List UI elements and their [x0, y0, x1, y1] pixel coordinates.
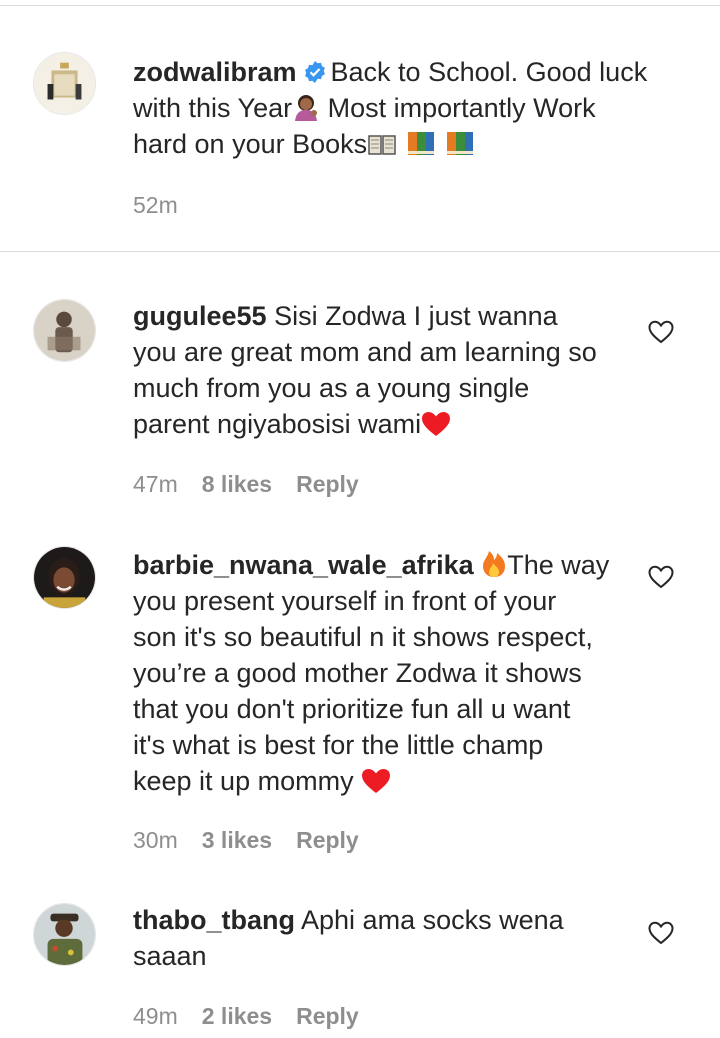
timestamp: 49m: [133, 1003, 178, 1029]
comment-line-7: keep it up mommy: [133, 766, 354, 796]
avatar-image: [34, 53, 95, 114]
caption-line-1: Back to School. Good luck: [330, 57, 648, 87]
comment-line-3: son it's so beautiful n it shows respect…: [133, 622, 593, 652]
reply-button[interactable]: Reply: [296, 1003, 359, 1030]
like-heart-icon[interactable]: [648, 921, 674, 945]
caption-line-3: hard on your Books: [133, 129, 368, 159]
comment-line-1: The way: [507, 550, 610, 580]
comment-line-2: you present yourself in front of your: [133, 586, 557, 616]
avatar-image: [34, 547, 95, 608]
caption-text: zodwalibram Back to School. Good luck wit…: [133, 54, 673, 162]
avatar-zodwalibram[interactable]: [33, 52, 96, 115]
likes-count[interactable]: 2 likes: [202, 1003, 272, 1030]
caption-line-2a: with this Year: [133, 93, 293, 123]
comment-line-5: that you don't prioritize fun all u want: [133, 694, 571, 724]
avatar-gugulee55[interactable]: [33, 299, 96, 362]
timestamp: 30m: [133, 827, 178, 853]
avatar-image: [34, 904, 95, 965]
comment-line-4: you’re a good mother Zodwa it shows: [133, 658, 582, 688]
comment-line-6: it's what is best for the little champ: [133, 730, 544, 760]
comment-meta: 30m 3 likes Reply: [133, 827, 359, 854]
username[interactable]: thabo_tbang: [133, 905, 295, 935]
likes-count[interactable]: 8 likes: [202, 471, 272, 498]
red-heart-emoji: [422, 412, 451, 436]
avatar-barbie[interactable]: [33, 546, 96, 609]
reply-button[interactable]: Reply: [296, 827, 359, 854]
comment-text: gugulee55 Sisi Zodwa I just wanna you ar…: [133, 298, 633, 442]
post-caption: zodwalibram Back to School. Good luck wit…: [0, 6, 720, 252]
books-emoji: [407, 132, 434, 155]
likes-count[interactable]: 3 likes: [202, 827, 272, 854]
caption-line-2b: Most importantly Work: [320, 93, 596, 123]
comment-text: barbie_nwana_wale_afrika The way you pre…: [133, 547, 633, 799]
comment-line-2: saaan: [133, 941, 207, 971]
avatar-image: [34, 300, 95, 361]
like-heart-icon[interactable]: [648, 320, 674, 344]
comment-meta: 49m 2 likes Reply: [133, 1003, 359, 1030]
timestamp: 52m: [133, 192, 178, 218]
timestamp: 47m: [133, 471, 178, 497]
reply-button[interactable]: Reply: [296, 471, 359, 498]
red-heart-emoji: [362, 769, 391, 793]
comment-line-3: much from you as a young single: [133, 373, 530, 403]
comment-line-1: Aphi ama socks wena: [301, 905, 564, 935]
comment-meta: 47m 8 likes Reply: [133, 471, 359, 498]
username[interactable]: gugulee55: [133, 301, 267, 331]
comment-line-2: you are great mom and am learning so: [133, 337, 597, 367]
avatar-thabo_tbang[interactable]: [33, 903, 96, 966]
comment-line-4: parent ngiyabosisi wami: [133, 409, 422, 439]
comment-line-1: Sisi Zodwa I just wanna: [274, 301, 558, 331]
books-emoji-2: [447, 132, 474, 155]
fire-emoji: [483, 551, 506, 577]
verified-badge-icon: [304, 61, 325, 83]
username[interactable]: zodwalibram: [133, 57, 297, 87]
username[interactable]: barbie_nwana_wale_afrika: [133, 550, 474, 580]
open-book-emoji: [368, 135, 396, 155]
woman-tipping-hand-emoji: [295, 95, 318, 121]
like-heart-icon[interactable]: [648, 565, 674, 589]
comment-text: thabo_tbang Aphi ama socks wena saaan: [133, 902, 633, 974]
caption-meta: 52m: [133, 192, 178, 219]
